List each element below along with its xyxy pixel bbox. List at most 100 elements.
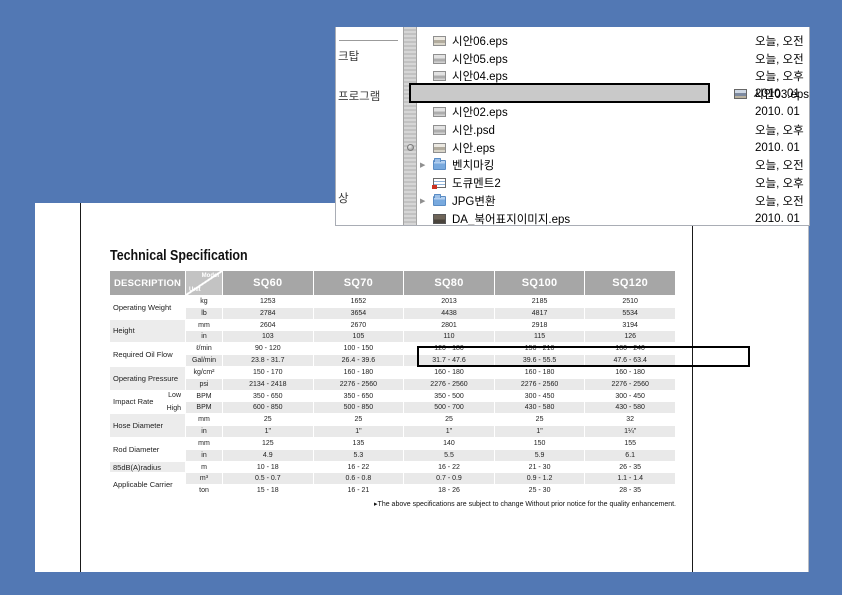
spec-value-cell: 4817 [495,308,586,320]
spec-value-cell: 2801 [404,320,495,332]
table-header-model-unit: ModelUnit [186,271,223,296]
spec-unit-cell: kg [186,296,223,308]
spec-row-label-text: Required Oil Flow [113,350,173,359]
disclosure-triangle-icon[interactable]: ▶ [418,161,433,169]
spec-value-cell: 2276 - 2560 [404,379,495,391]
spec-value-cell: 160 - 180 [404,367,495,379]
spec-value-cell: 2013 [404,296,495,308]
spec-value-cell: 135 [314,438,405,450]
spec-value-cell: 160 - 180 [585,367,676,379]
spec-value-cell: 160 - 180 [495,367,586,379]
file-date: 오늘, 오전 [755,33,804,49]
spec-value-cell: 155 [585,438,676,450]
spec-value-cell: 160 - 180 [314,367,405,379]
spec-value-cell: 1652 [314,296,405,308]
file-row[interactable]: DA_북어표지이미지.eps2010. 01 [418,210,809,226]
file-row[interactable]: 시안.psd오늘, 오후 [418,121,809,139]
spec-table: DESCRIPTIONModelUnitSQ60SQ70SQ80SQ100SQ1… [110,271,676,497]
spec-value-cell: 18 - 26 [404,485,495,497]
scrollbar-knob[interactable] [407,144,414,151]
file-name: JPG변환 [452,193,496,209]
spec-value-cell: 1" [223,426,314,438]
file-date: 오늘, 오전 [755,193,804,209]
file-name: 벤치마킹 [452,157,494,173]
file-date: 오늘, 오전 [755,157,804,173]
file-row[interactable]: 시안03.eps2010. 01 [418,85,809,103]
file-row[interactable]: 시안02.eps2010. 01 [418,103,809,121]
file-icon [433,178,446,188]
spec-value-cell: 2604 [223,320,314,332]
spec-unit-cell: ton [186,485,223,497]
spec-row-label-text: Hose Diameter [113,421,163,430]
spec-unit-cell: in [186,450,223,462]
spec-unit-cell: in [186,426,223,438]
spec-value-cell: 0.6 - 0.8 [314,473,405,485]
file-icon [433,107,446,117]
spec-unit-cell: in [186,331,223,343]
file-row[interactable]: 시안06.eps 오늘, 오전 [418,32,809,50]
spec-value-cell: 110 [404,331,495,343]
file-list: 시안06.eps오늘, 오전시안05.eps오늘, 오전시안04.eps오늘, … [418,32,809,225]
annotation-box [417,346,750,367]
spec-value-cell: 500 - 700 [404,402,495,414]
spec-value-cell: 1¼" [585,426,676,438]
spec-unit-cell: mm [186,438,223,450]
file-row[interactable]: 시안05.eps오늘, 오전 [418,50,809,68]
file-icon [433,36,446,46]
sidebar-item[interactable]: 프로그램 [338,88,380,104]
file-date: 2010. 01 [755,106,800,118]
spec-row-label-text: 85dB(A)radius [113,463,161,472]
spec-value-cell: 28 - 35 [585,485,676,497]
file-row[interactable]: 도큐멘트2오늘, 오후 [418,174,809,192]
spec-value-cell: 2185 [495,296,586,308]
file-date: 2010. 01 [755,88,800,100]
spec-row-label: Required Oil Flow [110,343,186,367]
file-row[interactable]: ▶ JPG변환 오늘, 오전 [418,192,809,210]
file-row[interactable]: 시안.eps2010. 01 [418,139,809,157]
spec-row-label-text: Applicable Carrier [113,480,173,489]
table-header-model: SQ80 [404,271,495,296]
spec-value-cell: 21 - 30 [495,462,586,474]
spec-sublabel: Low [168,392,181,399]
spec-row-label-text: Operating Pressure [113,374,178,383]
spec-unit-cell: Gal/min [186,355,223,367]
selection-outline [409,83,710,103]
spec-value-cell: 2134 - 2418 [223,379,314,391]
file-icon [433,54,446,64]
spec-value-cell: 2510 [585,296,676,308]
spec-value-cell: 5.5 [404,450,495,462]
table-header-model: SQ60 [223,271,314,296]
spec-value-cell: 1.1 - 1.4 [585,473,676,485]
finder-window: 크탑프로그램상 시안06.eps오늘, 오전시안05.eps오늘, 오전시안04… [335,27,810,226]
sidebar-divider [339,40,398,41]
spec-unit-cell: psi [186,379,223,391]
spec-value-cell: 4438 [404,308,495,320]
spec-value-cell: 16 - 22 [404,462,495,474]
spec-value-cell: 6.1 [585,450,676,462]
spec-value-cell: 105 [314,331,405,343]
spec-value-cell: 103 [223,331,314,343]
spec-sublabel: High [167,405,181,412]
file-name: 시안05.eps [452,51,508,67]
sidebar-item[interactable]: 크탑 [338,48,359,64]
file-date: 오늘, 오후 [755,122,804,138]
spec-unit-cell: m [186,462,223,474]
file-icon [433,214,446,224]
spec-value-cell: 5.9 [495,450,586,462]
spec-value-cell: 150 - 170 [223,367,314,379]
spec-value-cell: 600 - 850 [223,402,314,414]
spec-row-label: Impact RateLowHigh [110,391,186,415]
spec-value-cell: 430 - 580 [495,402,586,414]
spec-value-cell: 126 [585,331,676,343]
sidebar-scrollbar[interactable] [403,27,417,225]
spec-unit-cell: mm [186,320,223,332]
spec-value-cell: 115 [495,331,586,343]
disclosure-triangle-icon[interactable]: ▶ [418,197,433,205]
page-title-text: Technical Specification [110,248,248,264]
diag-model-label: Model [202,273,219,279]
spec-row-label: Operating Pressure [110,367,186,391]
sidebar-item[interactable]: 상 [338,190,349,206]
file-name: 시안06.eps [452,33,508,49]
file-row[interactable]: ▶ 벤치마킹 오늘, 오전 [418,157,809,175]
spec-row-label-text: Operating Weight [113,303,171,312]
